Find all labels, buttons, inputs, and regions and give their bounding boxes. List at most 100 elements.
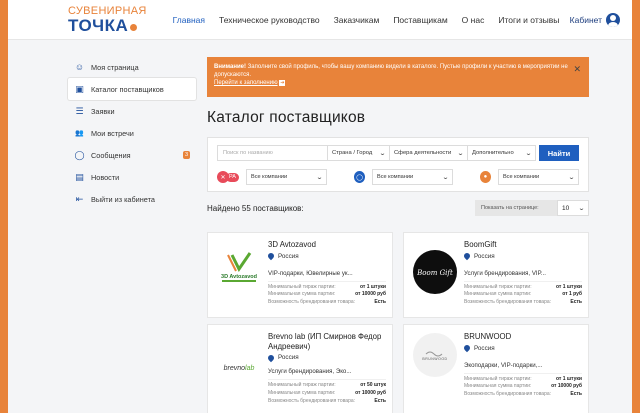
per-page-label: Показать на странице: — [475, 200, 557, 216]
site-logo[interactable]: СУВЕНИРНАЯ ТОЧКА — [68, 5, 147, 34]
stat-branding: Возможность брендирования товара: Есть — [268, 299, 386, 307]
supplier-country: Россия — [462, 251, 582, 261]
supplier-name[interactable]: 3D Avtozavod — [268, 240, 386, 250]
city-select[interactable]: Страна / Город ⌄ — [328, 145, 390, 161]
alert-strong: Внимание! — [214, 64, 246, 70]
nav-customers[interactable]: Заказчикам — [334, 15, 380, 25]
stat-value: от 10000 руб — [551, 383, 582, 390]
page-frame: СУВЕНИРНАЯ ТОЧКА Главная Техническое рук… — [8, 0, 632, 413]
3d-avtozavod-logo-icon: 3D Avtozavod — [221, 252, 257, 282]
extra-select-label: Дополнительно — [472, 150, 514, 156]
logo-dot-icon — [130, 24, 138, 31]
profile-alert: Внимание! Заполните свой профиль, чтобы … — [207, 57, 589, 97]
stat-label: Возможность брендирования товара: — [464, 299, 552, 306]
supplier-country: Россия — [266, 353, 386, 363]
stat-label: Минимальный тираж партии: — [464, 375, 532, 382]
supplier-name[interactable]: BoomGift — [464, 240, 582, 250]
nav-about[interactable]: О нас — [462, 15, 485, 25]
sidebar-item-meetings[interactable]: 👥 Мои встречи — [68, 122, 196, 144]
stat-min-sum: Минимальная сумма партии: от 10000 руб — [464, 383, 582, 391]
sidebar-item-logout[interactable]: ⇤ Выйти из кабинета — [68, 188, 196, 210]
sidebar-item-label: Заявки — [91, 106, 115, 116]
stat-branding: Возможность брендирования товара: Есть — [268, 398, 386, 406]
activity-select-label: Сфера деятельности — [394, 150, 452, 156]
sidebar-item-label: Новости — [91, 172, 120, 182]
nav-results[interactable]: Итоги и отзывы — [498, 15, 559, 25]
company-select-2[interactable]: Все компании ⌄ — [371, 169, 453, 185]
supplier-stats: Минимальный тираж партии: от 1 штуки Мини… — [268, 280, 386, 307]
sidebar-item-label: Каталог поставщиков — [91, 84, 164, 94]
sidebar-item-requests[interactable]: ☰ Заявки — [68, 100, 196, 122]
supplier-card[interactable]: 3D Avtozavod 3D Avtozavod Россия VIP-под… — [207, 232, 393, 318]
results-count: Найдено 55 поставщиков: — [207, 203, 304, 213]
company-select-3-label: Все компании — [502, 174, 540, 180]
stat-label: Минимальный тираж партии: — [268, 382, 336, 389]
supplier-card[interactable]: Boom Gift BoomGift Россия Услуги брендир… — [403, 232, 589, 318]
chevron-down-icon: ⌄ — [456, 150, 465, 157]
supplier-card[interactable]: BRUNWOOD BRUNWOOD Россия Экоподарки, VIP… — [403, 324, 589, 413]
supplier-logo: BRUNWOOD — [412, 333, 458, 377]
main-content: Внимание! Заполните свой профиль, чтобы … — [207, 57, 589, 413]
chevron-down-icon: ⌄ — [577, 205, 586, 212]
company-select-1[interactable]: Все компании ⌄ — [245, 169, 327, 185]
cabinet-button[interactable]: Кабинет — [570, 12, 620, 27]
people-icon: ● — [479, 171, 491, 183]
company-select-3[interactable]: Все компании ⌄ — [497, 169, 579, 185]
stat-label: Минимальная сумма партии: — [268, 291, 336, 298]
nav-suppliers[interactable]: Поставщикам — [393, 15, 447, 25]
stat-value: Есть — [570, 391, 582, 398]
alert-text: Заполните свой профиль, чтобы вашу компа… — [214, 64, 568, 79]
nav-guide[interactable]: Техническое руководство — [219, 15, 320, 25]
close-icon[interactable]: ✕ — [573, 63, 581, 75]
supplier-name[interactable]: BRUNWOOD — [464, 332, 582, 342]
sidebar-item-label: Мои встречи — [91, 128, 134, 138]
arrow-right-icon: ➜ — [279, 80, 286, 87]
supplier-info: 3D Avtozavod Россия VIP-подарки, Ювелирн… — [266, 240, 386, 307]
company-select-1-label: Все компании — [250, 174, 288, 180]
stat-label: Минимальная сумма партии: — [464, 383, 532, 390]
stat-label: Минимальный тираж партии: — [464, 283, 532, 290]
country-label: Россия — [278, 354, 299, 362]
sidebar-item-my-page[interactable]: ☺ Моя страница — [68, 56, 196, 78]
sidebar: ☺ Моя страница ▣ Каталог поставщиков ☰ З… — [68, 56, 196, 210]
messages-count-badge: 3 — [182, 151, 190, 159]
sidebar-item-news[interactable]: ▤ Новости — [68, 166, 196, 188]
supplier-name[interactable]: Brevno lab (ИП Смирнов Федор Андреевич) — [268, 332, 386, 351]
stat-value: Есть — [374, 397, 386, 404]
search-input[interactable]: Поиск по названию — [217, 145, 328, 161]
supplier-categories: Услуги брендирования, VIP... — [464, 269, 546, 277]
agency-tag[interactable]: ✕ РА — [217, 171, 239, 183]
sidebar-item-messages[interactable]: ◯ Сообщения 3 — [68, 144, 196, 166]
supplier-info: BoomGift Россия Услуги брендирования, VI… — [462, 240, 582, 307]
chevron-down-icon: ⌄ — [441, 174, 449, 181]
stat-label: Возможность брендирования товара: — [464, 391, 552, 398]
per-page-select[interactable]: 10 ⌄ — [557, 200, 589, 216]
nav-home[interactable]: Главная — [173, 15, 205, 25]
results-bar: Найдено 55 поставщиков: Показать на стра… — [207, 199, 589, 217]
chat-icon: ◯ — [74, 149, 85, 160]
sidebar-item-label: Сообщения — [91, 150, 131, 160]
alert-link[interactable]: Перейти к заполнению — [214, 80, 278, 86]
find-button[interactable]: Найти — [539, 145, 579, 161]
extra-select[interactable]: Дополнительно ⌄ — [468, 145, 536, 161]
stat-min-sum: Минимальная сумма партии: от 1 руб — [464, 291, 582, 299]
activity-select[interactable]: Сфера деятельности ⌄ — [390, 145, 468, 161]
logout-icon: ⇤ — [75, 193, 84, 204]
chevron-down-icon: ⌄ — [524, 150, 533, 157]
location-pin-icon — [266, 251, 276, 261]
supplier-categories: VIP-подарки, Ювелирные ук... — [268, 269, 353, 277]
brevnolab-logo-icon: brevnolab — [224, 365, 255, 372]
supplier-info: Brevno lab (ИП Смирнов Федор Андреевич) … — [266, 332, 386, 406]
agency-tag-label: РА — [226, 172, 239, 182]
stat-label: Минимальная сумма партии: — [268, 390, 336, 397]
svg-text:Boom Gift: Boom Gift — [416, 269, 453, 277]
sidebar-item-catalog[interactable]: ▣ Каталог поставщиков — [68, 78, 196, 100]
stat-value: от 10000 руб — [355, 390, 386, 397]
supplier-stats: Минимальный тираж партии: от 1 штуки Мини… — [464, 280, 582, 307]
filter-row-2: ✕ РА Все компании ⌄ ◯ Все компании ⌄ ● Все… — [217, 169, 579, 185]
filter-panel: Поиск по названию Страна / Город ⌄ Сфера … — [207, 137, 589, 192]
supplier-stats: Минимальный тираж партии: от 1 штуки Мини… — [464, 372, 582, 399]
supplier-card[interactable]: brevnolab Brevno lab (ИП Смирнов Федор А… — [207, 324, 393, 413]
list-icon: ☰ — [75, 105, 84, 116]
location-pin-icon — [266, 353, 276, 363]
